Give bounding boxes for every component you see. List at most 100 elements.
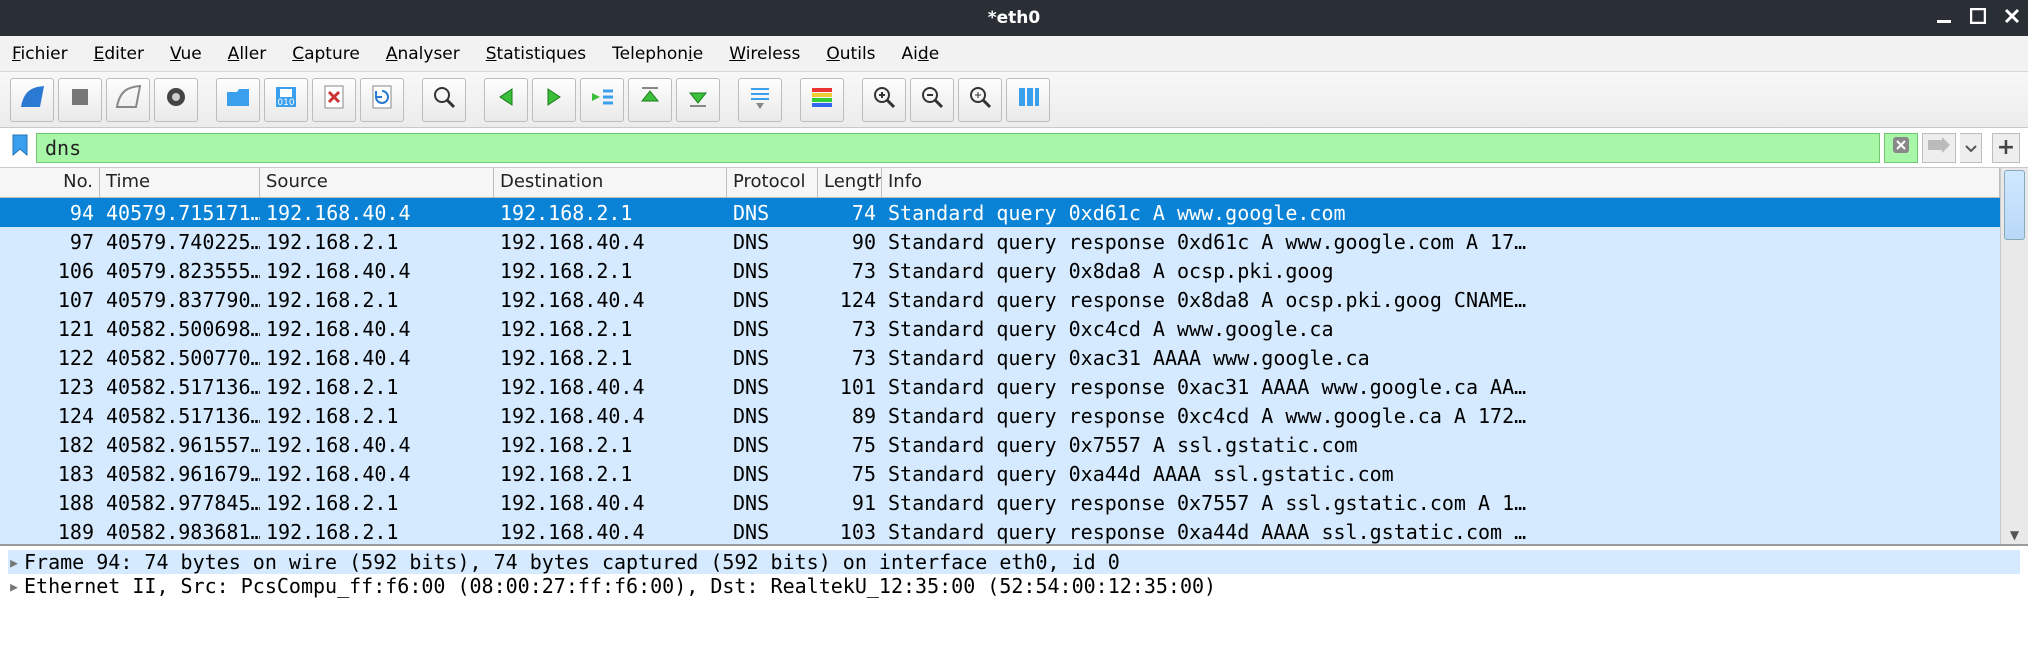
menu-bar: Fichier Editer Vue Aller Capture Analyse… — [0, 36, 2028, 72]
cell-destination: 192.168.40.4 — [494, 375, 727, 399]
filter-clear-button[interactable] — [1884, 133, 1918, 163]
zoom-reset-button[interactable] — [958, 78, 1002, 122]
packet-row[interactable]: 10640579.823555…192.168.40.4192.168.2.1D… — [0, 256, 2000, 285]
menu-telephonie[interactable]: Telephonie — [612, 44, 703, 64]
cell-protocol: DNS — [727, 433, 818, 457]
scroll-down-arrow[interactable]: ▼ — [2001, 528, 2028, 542]
cell-info: Standard query 0x8da8 A ocsp.pki.goog — [882, 259, 2000, 283]
bookmark-icon — [11, 134, 29, 161]
colorize-icon — [808, 83, 836, 116]
cell-protocol: DNS — [727, 462, 818, 486]
packet-row[interactable]: 12140582.500698…192.168.40.4192.168.2.1D… — [0, 314, 2000, 343]
go-to-packet-button[interactable] — [580, 78, 624, 122]
menu-help[interactable]: Aide — [902, 44, 940, 64]
menu-stats[interactable]: Statistiques — [486, 44, 586, 64]
zoom-out-button[interactable] — [910, 78, 954, 122]
minimize-icon[interactable] — [1936, 8, 1952, 29]
save-file-button[interactable]: 010 — [264, 78, 308, 122]
packet-list-pane: No. Time Source Destination Protocol Len… — [0, 168, 2028, 546]
close-icon[interactable] — [2004, 8, 2020, 29]
shark-fin-icon — [18, 83, 46, 116]
go-back-button[interactable] — [484, 78, 528, 122]
packet-row[interactable]: 18340582.961679…192.168.40.4192.168.2.1D… — [0, 459, 2000, 488]
open-file-button[interactable] — [216, 78, 260, 122]
col-destination[interactable]: Destination — [494, 168, 727, 197]
menu-view[interactable]: Vue — [170, 44, 202, 64]
close-file-button[interactable] — [312, 78, 356, 122]
filter-apply-button[interactable] — [1922, 133, 1956, 163]
col-protocol[interactable]: Protocol — [727, 168, 818, 197]
cell-source: 192.168.2.1 — [260, 288, 494, 312]
col-no[interactable]: No. — [0, 168, 100, 197]
arrow-left-icon — [492, 83, 520, 116]
cell-protocol: DNS — [727, 288, 818, 312]
stop-capture-button[interactable] — [58, 78, 102, 122]
cell-no: 122 — [0, 346, 100, 370]
cell-destination: 192.168.2.1 — [494, 317, 727, 341]
cell-length: 73 — [818, 346, 882, 370]
cell-info: Standard query response 0xc4cd A www.goo… — [882, 404, 2000, 428]
menu-file[interactable]: Fichier — [12, 44, 68, 64]
reload-button[interactable] — [360, 78, 404, 122]
vertical-scrollbar[interactable]: ▼ — [2000, 168, 2028, 544]
filter-history-dropdown[interactable] — [1960, 133, 1982, 163]
display-filter-input[interactable] — [36, 133, 1880, 163]
cell-no: 94 — [0, 201, 100, 225]
cell-info: Standard query 0xd61c A www.google.com — [882, 201, 2000, 225]
menu-analyse[interactable]: Analyser — [386, 44, 460, 64]
cell-source: 192.168.40.4 — [260, 462, 494, 486]
cell-source: 192.168.2.1 — [260, 230, 494, 254]
cell-time: 40582.961679… — [100, 462, 260, 486]
cell-destination: 192.168.2.1 — [494, 346, 727, 370]
expand-triangle-icon[interactable]: ▸ — [8, 550, 24, 574]
go-forward-button[interactable] — [532, 78, 576, 122]
packet-row[interactable]: 12440582.517136…192.168.2.1192.168.40.4D… — [0, 401, 2000, 430]
packet-row[interactable]: 12240582.500770…192.168.40.4192.168.2.1D… — [0, 343, 2000, 372]
detail-line-frame[interactable]: ▸Frame 94: 74 bytes on wire (592 bits), … — [8, 550, 2020, 574]
menu-tools[interactable]: Outils — [826, 44, 875, 64]
col-info[interactable]: Info — [882, 168, 2000, 197]
packet-row[interactable]: 10740579.837790…192.168.2.1192.168.40.4D… — [0, 285, 2000, 314]
menu-capture[interactable]: Capture — [292, 44, 360, 64]
capture-options-button[interactable] — [154, 78, 198, 122]
cell-source: 192.168.2.1 — [260, 491, 494, 515]
col-source[interactable]: Source — [260, 168, 494, 197]
col-time[interactable]: Time — [100, 168, 260, 197]
menu-wireless[interactable]: Wireless — [729, 44, 800, 64]
colorize-button[interactable] — [800, 78, 844, 122]
packet-row[interactable]: 18840582.977845…192.168.2.1192.168.40.4D… — [0, 488, 2000, 517]
packet-row[interactable]: 12340582.517136…192.168.2.1192.168.40.4D… — [0, 372, 2000, 401]
cell-no: 106 — [0, 259, 100, 283]
menu-go[interactable]: Aller — [228, 44, 267, 64]
packet-row[interactable]: 18940582.983681…192.168.2.1192.168.40.4D… — [0, 517, 2000, 544]
window-controls — [1936, 0, 2020, 36]
packet-details-pane: ▸Frame 94: 74 bytes on wire (592 bits), … — [0, 546, 2028, 616]
save-icon: 010 — [272, 83, 300, 116]
auto-scroll-button[interactable] — [738, 78, 782, 122]
maximize-icon[interactable] — [1970, 8, 1986, 29]
packet-row[interactable]: 18240582.961557…192.168.40.4192.168.2.1D… — [0, 430, 2000, 459]
cell-no: 188 — [0, 491, 100, 515]
menu-edit[interactable]: Editer — [94, 44, 144, 64]
filter-bookmark-button[interactable] — [8, 136, 32, 160]
restart-capture-button[interactable] — [106, 78, 150, 122]
folder-open-icon — [224, 83, 252, 116]
scrollbar-thumb[interactable] — [2004, 170, 2025, 240]
filter-add-button[interactable]: + — [1992, 133, 2020, 163]
packet-row[interactable]: 9740579.740225…192.168.2.1192.168.40.4DN… — [0, 227, 2000, 256]
columns-icon — [1014, 83, 1042, 116]
resize-columns-button[interactable] — [1006, 78, 1050, 122]
detail-line-ethernet[interactable]: ▸Ethernet II, Src: PcsCompu_ff:f6:00 (08… — [8, 574, 2020, 598]
start-capture-button[interactable] — [10, 78, 54, 122]
expand-triangle-icon[interactable]: ▸ — [8, 574, 24, 598]
arrow-right-icon — [540, 83, 568, 116]
cell-length: 74 — [818, 201, 882, 225]
zoom-in-button[interactable] — [862, 78, 906, 122]
col-length[interactable]: Length — [818, 168, 882, 197]
find-packet-button[interactable] — [422, 78, 466, 122]
go-first-button[interactable] — [628, 78, 672, 122]
cell-source: 192.168.40.4 — [260, 201, 494, 225]
packet-row[interactable]: 9440579.715171…192.168.40.4192.168.2.1DN… — [0, 198, 2000, 227]
go-last-button[interactable] — [676, 78, 720, 122]
filter-bar: + — [0, 128, 2028, 168]
